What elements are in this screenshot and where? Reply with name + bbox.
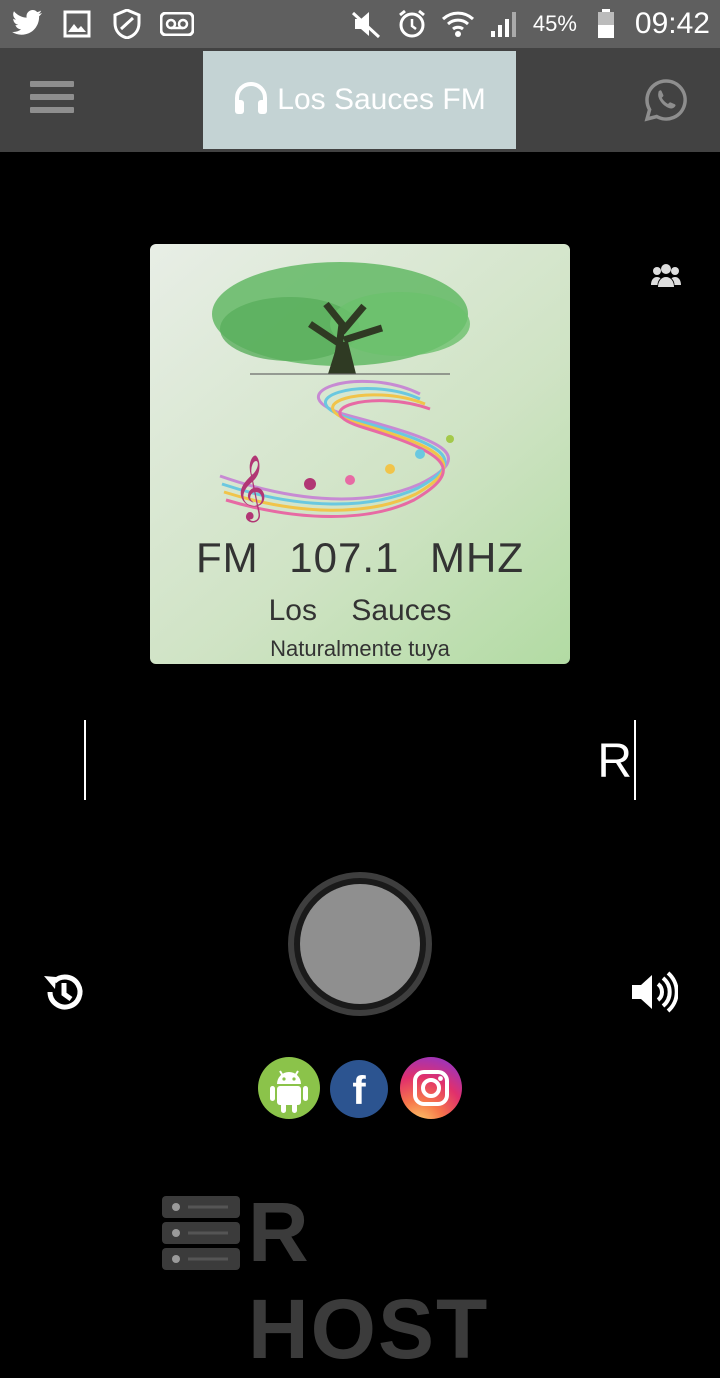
history-button[interactable]	[42, 970, 86, 1014]
signal-icon	[487, 7, 521, 41]
headphones-icon	[233, 81, 269, 120]
now-playing-text: R	[597, 735, 632, 788]
instagram-icon	[413, 1070, 449, 1106]
ticker-right-edge	[634, 720, 636, 800]
twitter-icon	[10, 7, 44, 41]
voicemail-icon	[160, 7, 194, 41]
cover-slogan: Naturalmente tuya	[270, 636, 450, 661]
footer-brand-logo: R HOST	[160, 1185, 560, 1376]
listeners-button[interactable]	[651, 261, 681, 289]
whatsapp-icon	[644, 79, 687, 122]
history-icon	[44, 974, 83, 1010]
clock: 09:42	[634, 7, 710, 40]
shield-icon	[110, 7, 144, 41]
mute-icon	[349, 7, 383, 41]
now-playing-ticker: R	[84, 720, 636, 800]
whatsapp-button[interactable]	[644, 78, 688, 122]
volume-button[interactable]	[630, 970, 679, 1014]
status-bar: 45% 09:42	[0, 0, 720, 48]
battery-icon	[589, 7, 623, 41]
wifi-icon	[441, 7, 475, 41]
play-circle-icon	[300, 884, 420, 1004]
android-icon	[270, 1070, 308, 1113]
battery-percent: 45%	[532, 11, 577, 36]
facebook-icon: f	[352, 1069, 366, 1113]
tree-logo-image: 𝄞	[212, 262, 470, 522]
facebook-button[interactable]: f	[330, 1060, 388, 1118]
svg-text:f: f	[352, 1069, 366, 1113]
footer-brand-text: R HOST	[248, 1185, 490, 1376]
station-title: Los Sauces FM	[277, 83, 486, 116]
app-bar: Los Sauces FM	[0, 48, 720, 152]
hamburger-icon	[30, 81, 74, 87]
svg-text:𝄞: 𝄞	[234, 455, 267, 522]
instagram-button[interactable]	[400, 1057, 462, 1119]
users-icon	[651, 264, 681, 287]
station-cover-art: 𝄞 FM 107.1 MHZ Los Sauces Naturalmente t…	[150, 244, 570, 664]
gallery-icon	[60, 7, 94, 41]
menu-button[interactable]	[30, 81, 74, 117]
alarm-icon	[395, 7, 429, 41]
server-stack-icon	[162, 1196, 240, 1270]
android-app-button[interactable]	[258, 1057, 320, 1119]
volume-icon	[632, 971, 679, 1013]
cover-station-name: Los Sauces	[268, 594, 452, 627]
ticker-left-edge	[84, 720, 86, 800]
play-button[interactable]	[288, 872, 432, 1016]
cover-frequency-text: FM 107.1 MHZ	[195, 534, 525, 581]
station-title-box: Los Sauces FM	[203, 51, 516, 149]
